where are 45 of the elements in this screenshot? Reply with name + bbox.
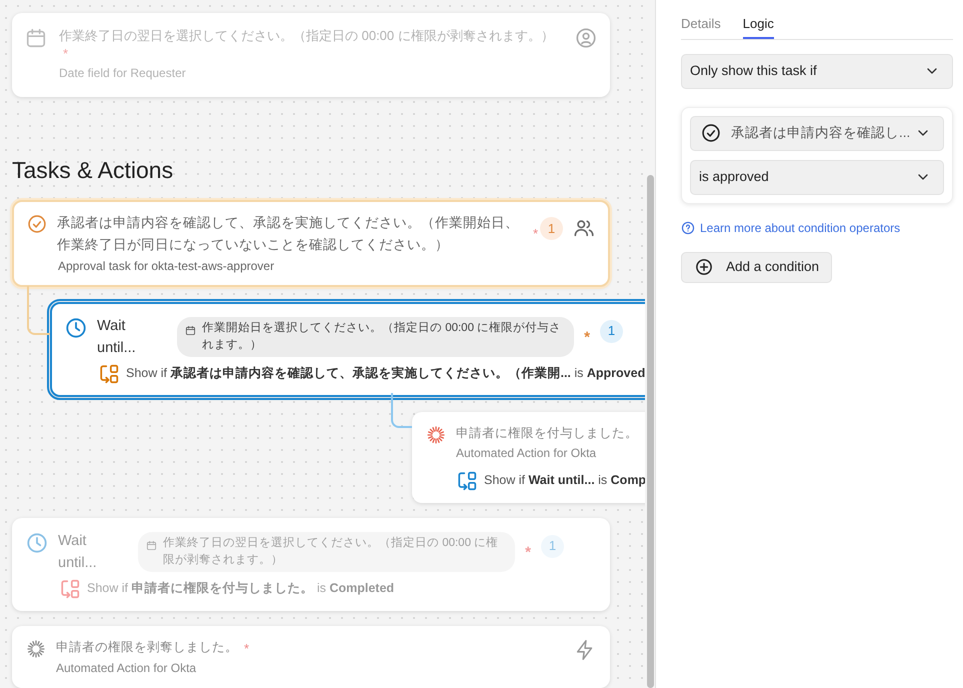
required-mark: * (62, 45, 68, 60)
field-subtitle: Date field for Requester (59, 65, 187, 82)
select-dropdown[interactable]: Only show this task if (681, 54, 953, 88)
clock-icon (65, 316, 87, 338)
select-dropdown[interactable]: is approved (690, 160, 944, 194)
task-title: 申請者に権限を付与しました。 (456, 424, 638, 442)
field-pill[interactable]: 作業開始日を選択してください。（指定日の 00:00 に権限が付与されます。） (177, 316, 574, 356)
branch-icon (98, 362, 120, 384)
branch-icon (456, 470, 478, 492)
scrollbar-thumb[interactable] (647, 175, 654, 688)
required-mark: * (584, 328, 590, 348)
calendar-icon (25, 27, 47, 49)
calendar-icon (185, 324, 196, 336)
section-heading: Tasks & Actions (12, 156, 174, 184)
count-badge: 1 (540, 216, 563, 240)
clock-icon (26, 532, 48, 554)
task-title: 申請者の権限を剥奪しました。 (56, 638, 238, 656)
branch-icon (59, 578, 81, 600)
action-card[interactable]: 申請者の権限を剥奪しました。 * Automated Action for Okta (12, 626, 610, 688)
user-circle-icon (575, 27, 597, 49)
count-badge: 1 (600, 320, 623, 342)
tab[interactable]: Logic (742, 14, 774, 38)
help-link[interactable]: Learn more about condition operators (681, 218, 900, 236)
wait-title: Wait until... (58, 532, 98, 572)
show-if-condition: Show if 申請者に権限を付与しました。 is Completed (87, 580, 394, 598)
help-icon (681, 220, 695, 234)
check-circle-icon (701, 123, 721, 143)
plus-circle-icon (695, 258, 713, 276)
count-badge: 1 (541, 534, 564, 558)
task-subtitle: Approval task for okta-test-aws-approver (58, 258, 276, 274)
task-title: 承認者は申請内容を確認して、承認を実施してください。（作業開始日、作業終了日が同日になっていないことを確認してください。） (57, 214, 520, 254)
add-condition-button[interactable]: Add a condition (681, 252, 832, 282)
check-circle-icon (27, 214, 47, 234)
task-subtitle: Automated Action for Okta (56, 660, 198, 677)
approval-card[interactable]: 承認者は申請内容を確認して、承認を実施してください。（作業開始日、作業終了日が同日になっていないことを確認してください。） * 1 Approval task for okta-test-aws-approver (12, 200, 610, 286)
select-dropdown[interactable]: 承認者は申請内容を確認し... (690, 116, 944, 150)
field-title: 作業終了日の翌日を選択してください。（指定日の 00:00 に権限が剥奪されます。） (59, 27, 555, 45)
required-mark: * (532, 224, 538, 242)
calendar-icon (146, 540, 157, 550)
required-mark: * (244, 640, 250, 658)
wait-title: Wait until... (97, 316, 137, 358)
tab[interactable]: Details (681, 14, 721, 38)
task-subtitle: Automated Action for Okta (456, 444, 598, 462)
required-mark: * (525, 542, 531, 562)
show-if-condition: Show if 承認者は申請内容を確認して、承認を実施してください。（作業開... is Approved (126, 365, 646, 382)
